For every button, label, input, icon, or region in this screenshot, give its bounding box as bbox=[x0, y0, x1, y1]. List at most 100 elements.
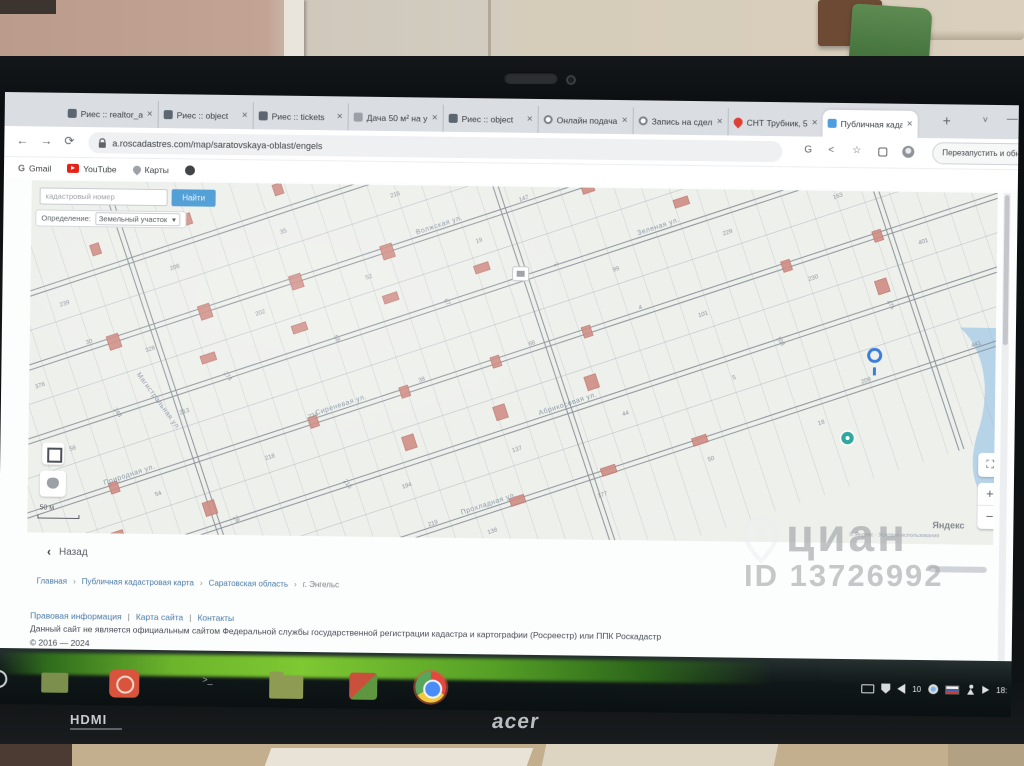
browser-tab[interactable]: СНТ Трубник, 55...× bbox=[727, 108, 822, 136]
red-app-icon[interactable] bbox=[109, 669, 139, 697]
browser-tab[interactable]: Риес :: tickets × bbox=[253, 102, 348, 130]
extensions-icon[interactable] bbox=[878, 147, 887, 156]
new-tab-button[interactable]: + bbox=[943, 112, 951, 128]
reload-icon[interactable]: ⟳ bbox=[64, 134, 74, 148]
copyright-text: © 2016 — 2024 bbox=[30, 637, 90, 648]
paper-sheet bbox=[542, 744, 779, 766]
footer-link[interactable]: Контакты bbox=[197, 613, 234, 623]
grid-favicon-icon bbox=[259, 111, 268, 120]
tab-close-icon[interactable]: × bbox=[622, 115, 628, 126]
tab-close-icon[interactable]: × bbox=[242, 110, 248, 121]
link-separator: | bbox=[128, 612, 130, 622]
youtube-icon bbox=[67, 164, 79, 173]
tab-label: Риес :: realtor_av bbox=[81, 108, 143, 119]
system-tray: 10 18: bbox=[861, 683, 1007, 695]
hdmi-subtext bbox=[70, 728, 122, 730]
back-nav-icon[interactable]: ← bbox=[16, 133, 28, 147]
media-app-icon[interactable] bbox=[349, 673, 377, 700]
tab-label: Запись на сделку bbox=[652, 116, 713, 127]
breadcrumb-item[interactable]: Главная bbox=[37, 576, 68, 585]
breadcrumb-separator: › bbox=[200, 579, 203, 588]
tray-expand-icon[interactable] bbox=[982, 686, 989, 694]
paper-sheet bbox=[265, 748, 534, 766]
pin-red-favicon-icon bbox=[732, 116, 745, 129]
cadastral-map[interactable]: 20А3021321821521921619245183123565428533… bbox=[27, 180, 998, 545]
tab-search-chevron-icon[interactable]: ˅ bbox=[983, 115, 988, 125]
browser-tab[interactable]: Риес :: object × bbox=[443, 105, 538, 133]
terminal-icon[interactable]: >_ bbox=[202, 675, 212, 685]
link-separator: | bbox=[189, 612, 191, 622]
breadcrumb-item[interactable]: Публичная кадастровая карта bbox=[82, 577, 194, 587]
footer-link[interactable]: Карта сайта bbox=[136, 612, 183, 623]
browser-tab[interactable]: Риес :: realtor_av × bbox=[63, 100, 158, 128]
forward-nav-icon[interactable]: → bbox=[40, 133, 52, 147]
webcam-icon bbox=[566, 75, 576, 85]
window-minimize-button[interactable]: — bbox=[1007, 113, 1018, 125]
breadcrumb-item[interactable]: г. Энгельс bbox=[303, 580, 339, 589]
tab-label: Риес :: tickets bbox=[272, 111, 333, 122]
cadastral-number-input[interactable]: кадастровый номер bbox=[40, 187, 168, 206]
tab-close-icon[interactable]: × bbox=[717, 116, 723, 127]
bookmark-gmail[interactable]: G Gmail bbox=[18, 163, 51, 173]
browser-tab[interactable]: Риес :: object× bbox=[158, 101, 253, 129]
browser-tab[interactable]: Дача 50 м² на уч...× bbox=[348, 103, 443, 131]
chrome-icon[interactable] bbox=[415, 671, 446, 702]
keyboard-layout-icon[interactable] bbox=[861, 684, 874, 693]
cian-pin-icon bbox=[742, 516, 780, 564]
browser-tray-icon[interactable] bbox=[928, 684, 938, 694]
share-icon[interactable]: < bbox=[828, 145, 834, 156]
tab-close-icon[interactable]: × bbox=[147, 109, 153, 120]
tab-label: Публичная кадас... bbox=[841, 118, 903, 129]
breadcrumb-separator: › bbox=[294, 580, 297, 589]
cian-watermark: циан bbox=[786, 508, 908, 562]
map-canvas[interactable]: 20А3021321821521921619245183123565428533… bbox=[27, 180, 998, 545]
breadcrumb-item[interactable]: Саратовская область bbox=[209, 579, 289, 589]
accessibility-icon[interactable] bbox=[966, 685, 975, 695]
bookmark-star-icon[interactable]: ☆ bbox=[852, 145, 861, 156]
tab-close-icon[interactable]: × bbox=[337, 111, 343, 122]
bookmark-youtube[interactable]: YouTube bbox=[67, 163, 117, 174]
floor-shadow bbox=[0, 744, 72, 766]
grid-favicon-icon bbox=[164, 110, 173, 119]
shield-icon[interactable] bbox=[881, 684, 890, 694]
yandex-logo[interactable]: Яндекс bbox=[932, 520, 964, 530]
browser-tab[interactable]: Запись на сделку × bbox=[633, 107, 728, 135]
browser-tab[interactable]: Онлайн подача... × bbox=[538, 106, 633, 134]
back-link[interactable]: ‹ Назад bbox=[47, 545, 88, 560]
scrollbar-thumb[interactable] bbox=[1003, 195, 1010, 345]
map-favicon-icon bbox=[828, 119, 837, 128]
hdmi-label: HDMI bbox=[70, 712, 107, 727]
screen: Риес :: realtor_av×Риес :: object×Риес :… bbox=[0, 92, 1019, 717]
footer-link[interactable]: Правовая информация bbox=[30, 610, 122, 621]
profile-avatar[interactable] bbox=[902, 146, 914, 158]
tab-label: Риес :: object bbox=[462, 113, 523, 124]
breadcrumb-separator: › bbox=[73, 577, 76, 586]
language-flag-icon[interactable] bbox=[945, 685, 959, 694]
map-pin-icon bbox=[131, 164, 142, 175]
restart-update-button[interactable]: Перезапустить и обновить bbox=[932, 142, 1019, 166]
tab-close-icon[interactable]: × bbox=[907, 119, 913, 130]
tab-close-icon[interactable]: × bbox=[527, 114, 533, 125]
translate-icon[interactable]: G bbox=[804, 144, 812, 155]
scale-bar bbox=[37, 514, 79, 519]
globe-icon bbox=[185, 165, 195, 175]
globe-favicon-icon bbox=[544, 115, 553, 124]
file-manager-icon[interactable] bbox=[269, 676, 303, 699]
acer-logo: acer bbox=[490, 710, 541, 734]
map-search-button[interactable]: Найти bbox=[172, 189, 216, 207]
tab-label: Онлайн подача... bbox=[557, 115, 618, 126]
bookmark-label: Gmail bbox=[29, 163, 51, 173]
tab-close-icon[interactable]: × bbox=[432, 113, 438, 124]
bookmark-maps[interactable]: Карты bbox=[133, 164, 169, 174]
browser-tab[interactable]: Публичная кадас... × bbox=[822, 110, 917, 138]
volume-icon[interactable] bbox=[897, 684, 905, 694]
tab-close-icon[interactable]: × bbox=[812, 118, 818, 129]
land-type-select[interactable]: Земельный участок ▾ bbox=[95, 212, 180, 226]
wall-shadow bbox=[0, 0, 56, 14]
tray-number: 10 bbox=[912, 684, 921, 693]
screenshot-app-icon[interactable] bbox=[41, 673, 68, 693]
streetview-peg-button[interactable] bbox=[40, 470, 66, 496]
padlock-icon bbox=[98, 138, 106, 148]
chevron-down-icon: ▾ bbox=[172, 215, 176, 224]
layers-button[interactable] bbox=[42, 443, 64, 465]
